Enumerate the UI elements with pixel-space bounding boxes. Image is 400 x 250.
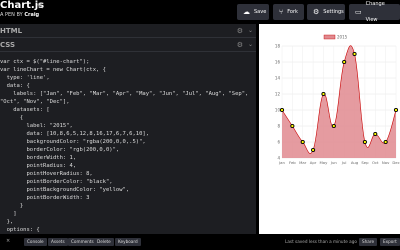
gear-icon: ⚙ xyxy=(313,8,320,16)
code-line: var lineChart = new Chart(ctx, { xyxy=(0,67,106,73)
code-line: datasets: [ xyxy=(0,107,50,113)
data-point xyxy=(300,139,305,145)
code-line: var ctx = $("#line-chart"); xyxy=(0,59,90,65)
x-tick-label: Apr xyxy=(310,160,317,165)
y-tick-label: 6 xyxy=(277,140,280,145)
change-view-button[interactable]: ▭ Change View xyxy=(349,1,400,23)
code-line: data: { xyxy=(0,83,30,89)
fork-label: Fork xyxy=(287,9,298,15)
code-line: } xyxy=(0,203,24,209)
data-point xyxy=(352,51,357,57)
fork-button[interactable]: ⑂ Fork xyxy=(273,4,304,20)
assets-button[interactable]: Assets xyxy=(48,238,68,246)
save-label: Save xyxy=(254,9,267,15)
y-tick-label: 12 xyxy=(275,92,281,97)
chevron-down-icon[interactable]: ⌄ xyxy=(248,27,253,34)
line-chart-canvas: 4 6 8 10 12 14 16 18 Jan Feb Mar Apr May Jun Jul Aug Sep… xyxy=(268,32,400,172)
code-line: labels: ["Jan", "Feb", "Mar", "Apr", "Ma… xyxy=(0,91,249,97)
data-point xyxy=(362,139,367,145)
gear-icon[interactable]: ⚙ xyxy=(237,27,243,35)
share-button[interactable]: Share xyxy=(359,238,378,246)
x-tick-label: Feb xyxy=(289,160,296,165)
x-tick-label: Dec xyxy=(392,160,399,165)
top-bar: Chart.js ✎ A PEN BY Craig ☁ Save ⑂ Fork … xyxy=(0,0,400,24)
code-line: ] xyxy=(0,211,17,217)
settings-button[interactable]: ⚙ Settings xyxy=(307,4,345,20)
x-tick-label: Oct xyxy=(372,160,379,165)
code-line: "Oct", "Nov", "Dec"], xyxy=(0,99,70,105)
y-tick-label: 18 xyxy=(275,44,281,49)
legend-swatch xyxy=(323,34,336,40)
series-area-2015 xyxy=(282,45,396,158)
x-tick-label: Jul xyxy=(341,160,347,165)
code-line: pointBorderColor: "black", xyxy=(0,179,113,185)
code-line: pointRadius: 4, xyxy=(0,163,77,169)
data-point xyxy=(373,131,378,137)
author-name[interactable]: Craig xyxy=(24,12,39,18)
code-line: type: 'line', xyxy=(0,75,50,81)
x-tick-label: Nov xyxy=(382,160,390,165)
line-chart: 4681012141618Jan Feb Mar Apr May Jun Jul Aug Sep… xyxy=(275,34,400,166)
chevron-down-icon[interactable]: ⌄ xyxy=(248,41,253,48)
code-line: borderColor: "rgb(200,0,0)", xyxy=(0,147,120,153)
x-tick-label: Sep xyxy=(361,160,369,165)
html-panel-header[interactable]: HTML ⚙ ⌄ xyxy=(0,26,256,38)
editor-column: HTML ⚙ ⌄ CSS ⚙ ⌄ var ctx = $("#line-char… xyxy=(0,24,256,234)
layout-icon: ▭ xyxy=(355,8,362,16)
code-line: label: "2015", xyxy=(0,123,73,129)
keyboard-button[interactable]: Keyboard xyxy=(115,238,141,246)
data-point xyxy=(342,59,347,65)
pen-author: A PEN BY Craig xyxy=(0,12,39,19)
y-tick-label: 14 xyxy=(275,76,281,81)
console-button[interactable]: Console xyxy=(24,238,47,246)
pencil-icon[interactable]: ✎ xyxy=(37,2,44,11)
data-point xyxy=(290,123,295,129)
x-tick-label: Mar xyxy=(299,160,307,165)
comments-button[interactable]: Comments xyxy=(68,238,97,246)
code-line: { xyxy=(0,115,24,121)
code-line: pointHoverRadius: 8, xyxy=(0,171,93,177)
code-line: pointBackgroundColor: "yellow", xyxy=(0,187,130,193)
x-tick-label: Jan xyxy=(278,160,285,165)
close-icon[interactable]: × xyxy=(6,238,10,244)
settings-label: Settings xyxy=(323,9,344,15)
code-line: pointBorderWidth: 3 xyxy=(0,195,90,201)
code-line: }, xyxy=(0,219,14,225)
gear-icon[interactable]: ⚙ xyxy=(237,41,243,49)
code-line: backgroundColor: "rgba(200,0,0,.5)", xyxy=(0,139,146,145)
export-button[interactable]: Export xyxy=(380,238,400,246)
data-point xyxy=(331,123,336,129)
js-code-editor[interactable]: var ctx = $("#line-chart"); var lineChar… xyxy=(0,56,256,234)
data-point xyxy=(321,91,326,97)
code-line: borderWidth: 1, xyxy=(0,155,77,161)
data-point xyxy=(279,107,285,113)
y-tick-label: 8 xyxy=(277,124,280,129)
y-tick-label: 10 xyxy=(275,108,281,113)
fork-icon: ⑂ xyxy=(279,8,284,16)
cloud-icon: ☁ xyxy=(243,8,250,16)
legend-label: 2015 xyxy=(337,35,348,40)
x-tick-label: May xyxy=(320,160,329,165)
x-tick-label: Jun xyxy=(330,160,338,165)
code-line: data: [10,8,6,5,12,8,16,17,6,7,6,10], xyxy=(0,131,150,137)
save-button[interactable]: ☁ Save xyxy=(237,4,269,20)
data-point xyxy=(393,107,399,113)
data-point xyxy=(383,139,388,145)
data-point xyxy=(311,147,316,153)
html-panel-label: HTML xyxy=(0,27,23,35)
y-tick-label: 16 xyxy=(275,60,281,65)
last-saved-status: Last saved less than a minute ago xyxy=(285,239,357,244)
code-line: options: { xyxy=(0,227,40,233)
author-prefix: A PEN BY xyxy=(0,12,23,18)
css-panel-header[interactable]: CSS ⚙ ⌄ xyxy=(0,40,256,52)
css-panel-label: CSS xyxy=(0,41,16,49)
delete-button[interactable]: Delete xyxy=(94,238,114,246)
bottom-bar: × Console Assets Comments Delete Keyboar… xyxy=(0,234,400,250)
x-tick-label: Aug xyxy=(351,160,359,165)
